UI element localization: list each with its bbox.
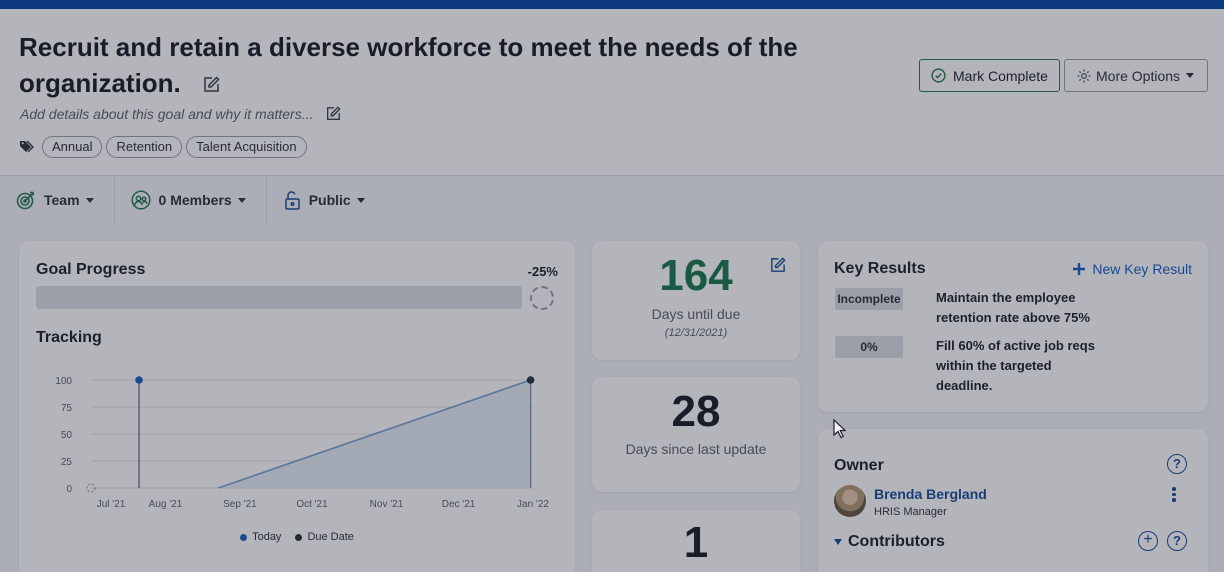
top-accent-bar (0, 0, 1224, 9)
y-tick-label: 25 (61, 457, 73, 468)
members-label: 0 Members (158, 192, 232, 208)
x-tick-label: Dec '21 (442, 499, 476, 510)
days-since-update-label: Days since last update (625, 441, 767, 457)
days-until-due-label: Days until due (651, 306, 741, 322)
chevron-down-icon (1186, 73, 1195, 78)
owner-help-icon[interactable]: ? (1167, 454, 1187, 474)
y-tick-label: 0 (66, 484, 72, 495)
edit-title-icon[interactable] (202, 76, 220, 94)
add-contributor-icon[interactable]: + (1138, 531, 1158, 551)
tracking-chart: 0 25 50 75 100 Jul '21 Aug '21 Sep '21 Oct '21 No… (55, 376, 549, 510)
tracking-title: Tracking (36, 329, 102, 346)
gear-icon (1077, 69, 1091, 82)
check-circle-icon (931, 68, 946, 83)
legend-due-date: Due Date (295, 531, 354, 543)
key-result-item[interactable]: 0% Fill 60% of active job reqs within th… (835, 336, 1195, 396)
y-tick-label: 50 (61, 430, 73, 441)
contributors-toggle[interactable]: Contributors (834, 533, 945, 551)
new-key-result-label: New Key Result (1092, 261, 1192, 277)
goal-details[interactable]: Add details about this goal and why it m… (20, 106, 342, 122)
legend-today: Today (240, 531, 281, 543)
chart-legend: Today Due Date (19, 531, 575, 543)
goal-header: Recruit and retain a diverse workforce t… (0, 9, 1224, 176)
edit-details-icon[interactable] (325, 106, 342, 122)
contributors-help-icon[interactable]: ? (1167, 531, 1187, 551)
stat-card: 1 (592, 510, 800, 572)
due-date: (12/31/2021) (664, 327, 728, 339)
x-tick-label: Aug '21 (149, 499, 183, 510)
visibility-label: Public (308, 192, 351, 208)
days-until-due-card: 164 Days until due (12/31/2021) (592, 241, 800, 360)
visibility-dropdown[interactable]: Public (267, 176, 385, 224)
tag-talent-acquisition[interactable]: Talent Acquisition (186, 136, 307, 158)
y-tick-label: 100 (55, 376, 72, 387)
due-date-point (526, 376, 535, 384)
days-since-update-card: 28 Days since last update (592, 377, 800, 492)
chevron-down-icon (237, 197, 246, 203)
x-tick-label: Jan '22 (517, 499, 549, 510)
avatar (834, 485, 866, 517)
stat-value: 1 (683, 518, 709, 567)
goal-title: Recruit and retain a diverse workforce t… (19, 29, 819, 101)
progress-ring-icon (530, 286, 554, 310)
members-icon (130, 190, 151, 210)
more-options-button[interactable]: More Options (1064, 59, 1208, 92)
chevron-down-icon (834, 539, 842, 545)
x-tick-label: Oct '21 (296, 499, 328, 510)
target-icon (16, 191, 34, 210)
key-results-card: Key Results New Key Result Incomplete Ma… (818, 241, 1208, 412)
goal-details-placeholder: Add details about this goal and why it m… (20, 106, 314, 122)
edit-due-date-icon[interactable] (769, 257, 786, 274)
contributors-label: Contributors (848, 533, 945, 550)
goal-progress-card: Goal Progress -25% Tracking 0 25 50 75 100 Ju… (19, 241, 575, 572)
goal-title-text: Recruit and retain a diverse workforce t… (19, 32, 798, 98)
lock-open-icon (284, 191, 300, 210)
owner-menu-icon[interactable] (1171, 487, 1177, 503)
team-label: Team (44, 192, 80, 208)
key-result-status: 0% (835, 336, 903, 358)
chevron-down-icon (85, 197, 94, 203)
owner-role: HRIS Manager (874, 506, 947, 518)
days-since-update-value: 28 (671, 387, 721, 436)
new-key-result-button[interactable]: New Key Result (1073, 261, 1192, 277)
key-result-status: Incomplete (835, 288, 903, 310)
goal-progress-bar (36, 286, 522, 309)
mark-complete-label: Mark Complete (953, 67, 1048, 84)
x-tick-label: Jul '21 (97, 499, 126, 510)
goal-progress-percent: -25% (527, 264, 558, 279)
x-tick-label: Sep '21 (223, 499, 257, 510)
tags-icon (20, 140, 34, 153)
y-tick-label: 75 (61, 403, 73, 414)
key-results-title: Key Results (834, 260, 926, 277)
tag-annual[interactable]: Annual (42, 136, 103, 158)
team-dropdown[interactable]: Team (0, 176, 115, 224)
more-options-label: More Options (1096, 67, 1181, 84)
members-dropdown[interactable]: 0 Members (115, 176, 267, 224)
mark-complete-button[interactable]: Mark Complete (919, 59, 1060, 92)
key-result-text: Fill 60% of active job reqs within the t… (936, 338, 1095, 393)
owner-card: Owner ? Brenda Bergland HRIS Manager Con… (818, 429, 1208, 572)
key-result-text: Maintain the employee retention rate abo… (936, 290, 1090, 325)
x-tick-label: Nov '21 (370, 499, 404, 510)
owner-title: Owner (834, 457, 884, 474)
owner-name-link[interactable]: Brenda Bergland (874, 486, 987, 502)
goal-progress-title: Goal Progress (36, 261, 146, 278)
chevron-down-icon (356, 197, 365, 203)
mouse-cursor-icon (833, 419, 847, 439)
goal-tags: Annual Retention Talent Acquisition (20, 136, 307, 158)
today-point (135, 376, 143, 384)
key-result-item[interactable]: Incomplete Maintain the employee retenti… (835, 288, 1195, 328)
tag-retention[interactable]: Retention (106, 136, 183, 158)
goal-toolbar: Team 0 Members Public (0, 176, 1224, 224)
plus-icon (1073, 263, 1086, 275)
